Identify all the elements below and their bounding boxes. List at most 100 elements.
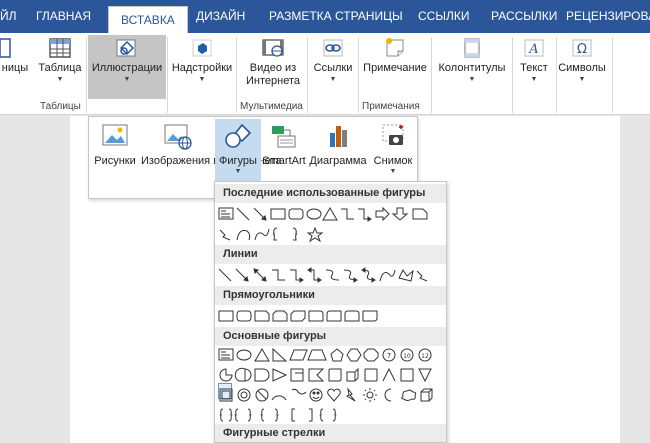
basic-shapes-icons-1[interactable]: 7 10 12 (217, 346, 443, 366)
tab-review[interactable]: РЕЦЕНЗИРОВА (566, 0, 650, 33)
text-button[interactable]: A Текст ▼ (514, 35, 554, 84)
group-label-comments: Примечания (362, 101, 420, 112)
page-icon (0, 38, 11, 58)
section-block-arrows: Фигурные стрелки (215, 424, 446, 442)
add-ins-label: Надстройки (171, 62, 233, 74)
recent-shapes-row-1 (217, 205, 443, 225)
tab-home[interactable]: ГЛАВНАЯ (36, 0, 91, 33)
ribbon-tab-bar: ЙЛ ГЛАВНАЯ ВСТАВКА ДИЗАЙН РАЗМЕТКА СТРАН… (0, 0, 650, 34)
online-video-button[interactable]: Видео из Интернета (240, 35, 306, 88)
pages-button[interactable]: ницы (0, 35, 30, 75)
tab-mailings[interactable]: РАССЫЛКИ (491, 0, 557, 33)
group-separator (307, 37, 308, 113)
links-label: Ссылки (313, 62, 353, 74)
online-pictures-label-1: Изображения (141, 155, 211, 167)
chevron-down-icon: ▼ (56, 76, 64, 83)
basic-shapes-icons-4[interactable] (217, 406, 443, 426)
online-pictures-button[interactable]: Изображения из Интернета (141, 119, 281, 167)
svg-text:A: A (528, 42, 538, 57)
shapes-button[interactable]: Фигуры ▼ (215, 119, 261, 181)
basic-shapes-icons-2[interactable] (217, 366, 443, 386)
pages-label: ницы (1, 62, 29, 74)
group-separator (358, 37, 359, 113)
tab-design[interactable]: ДИЗАЙН (196, 0, 245, 33)
chevron-down-icon: ▼ (234, 168, 242, 175)
illustrations-icon (116, 39, 136, 57)
basic-shapes-row-3 (217, 386, 443, 406)
basic-shapes-icons-3[interactable] (217, 386, 443, 406)
comment-button[interactable]: Примечание (360, 35, 430, 75)
basic-shapes-row-1: 7 10 12 (217, 346, 443, 366)
video-icon (262, 39, 284, 57)
pictures-button[interactable]: Рисунки (91, 119, 139, 167)
picture-icon (102, 124, 128, 146)
svg-text:Ω: Ω (577, 42, 587, 57)
online-picture-icon (164, 124, 192, 150)
section-recent-shapes: Последние использованные фигуры (215, 184, 446, 203)
section-lines: Линии (215, 245, 446, 264)
camera-icon (382, 124, 404, 145)
text-box-icon: A (524, 39, 544, 57)
chart-label: Диаграмма (309, 155, 367, 167)
bar-chart-icon (330, 126, 347, 147)
rectangle-shapes-icons[interactable] (217, 307, 443, 327)
group-separator (512, 37, 513, 113)
comment-icon (386, 38, 404, 57)
header-footer-icon (464, 38, 480, 58)
illustrations-button[interactable]: Иллюстрации ▼ (88, 35, 166, 99)
recent-shapes-row-2 (217, 225, 443, 245)
recent-shapes-icons-1[interactable] (217, 205, 443, 225)
link-icon (323, 39, 343, 57)
smartart-button[interactable]: SmartArt (261, 119, 307, 167)
tab-file[interactable]: ЙЛ (0, 0, 17, 33)
ribbon-insert: ницы Таблица ▼ Таблицы Иллюстрации ▼ Над… (0, 33, 650, 115)
shapes-label: Фигуры (219, 155, 257, 167)
online-video-label-2: Интернета (246, 75, 300, 87)
chevron-down-icon: ▼ (468, 76, 476, 83)
chevron-down-icon: ▼ (530, 76, 538, 83)
chart-button[interactable]: Диаграмма (307, 119, 369, 167)
section-rectangles: Прямоугольники (215, 286, 446, 305)
chevron-down-icon: ▼ (329, 76, 337, 83)
table-button[interactable]: Таблица ▼ (36, 35, 84, 84)
screenshot-button[interactable]: Снимок ▼ (369, 119, 417, 176)
rectangles-row (217, 307, 443, 327)
omega-icon: Ω (572, 39, 592, 57)
tab-references[interactable]: ССЫЛКИ (418, 0, 469, 33)
svg-text:12: 12 (421, 353, 429, 360)
section-basic-shapes: Основные фигуры (215, 327, 446, 346)
tab-page-layout[interactable]: РАЗМЕТКА СТРАНИЦЫ (269, 0, 403, 33)
word-window: ЙЛ ГЛАВНАЯ ВСТАВКА ДИЗАЙН РАЗМЕТКА СТРАН… (0, 0, 650, 443)
shapes-icon (225, 123, 252, 148)
chevron-down-icon: ▼ (123, 76, 131, 83)
chevron-down-icon: ▼ (389, 168, 397, 175)
text-label: Текст (520, 62, 548, 74)
svg-text:10: 10 (403, 353, 411, 360)
store-icon (192, 39, 212, 57)
links-button[interactable]: Ссылки ▼ (310, 35, 356, 84)
header-footer-button[interactable]: Колонтитулы ▼ (434, 35, 510, 84)
illustrations-label: Иллюстрации (91, 62, 163, 74)
online-video-label-1: Видео из (249, 62, 297, 74)
symbols-button[interactable]: Ω Символы ▼ (556, 35, 608, 84)
basic-shapes-row-2 (217, 366, 443, 386)
pictures-label: Рисунки (94, 155, 136, 167)
comment-label: Примечание (363, 62, 427, 74)
table-icon (49, 38, 71, 58)
header-footer-label: Колонтитулы (438, 62, 506, 74)
table-label: Таблица (38, 62, 82, 74)
basic-shapes-row-4 (217, 406, 443, 426)
group-separator (236, 37, 237, 113)
tab-insert[interactable]: ВСТАВКА (108, 6, 188, 34)
add-ins-button[interactable]: Надстройки ▼ (170, 35, 234, 84)
shapes-gallery: Последние использованные фигуры Линии Пр… (214, 181, 447, 443)
group-separator (431, 37, 432, 113)
line-shapes-icons[interactable] (217, 266, 443, 286)
lines-row (217, 266, 443, 286)
group-label-media: Мультимедиа (240, 101, 303, 112)
smartart-icon (272, 126, 296, 148)
group-separator (167, 37, 168, 113)
svg-text:7: 7 (387, 352, 391, 360)
recent-shapes-icons-2[interactable] (217, 225, 443, 245)
chevron-down-icon: ▼ (198, 76, 206, 83)
